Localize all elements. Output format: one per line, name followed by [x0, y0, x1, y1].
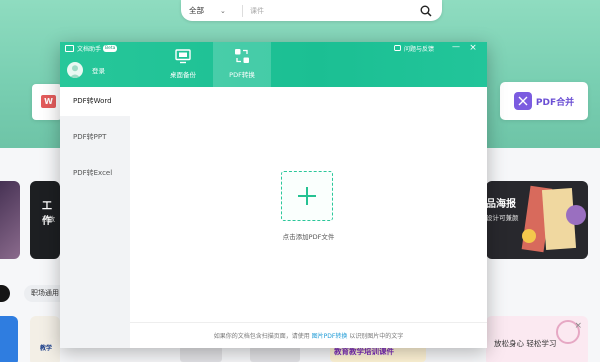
template-card[interactable]: 品海报 设计可兼颜 [486, 181, 588, 259]
chat-icon [394, 45, 401, 51]
add-file-label: 点击添加PDF文件 [282, 233, 335, 241]
pdf-assistant-dialog: 文档助手 Beta 登录 桌面备份 PDF转换 问题与反馈 — × PDF转Wo… [60, 42, 487, 348]
convert-sidebar: PDF转Word PDF转PPT PDF转Excel [60, 87, 130, 348]
search-scope-label: 全部 [189, 6, 204, 15]
template-card[interactable] [250, 346, 300, 362]
tab-label: PDF转换 [229, 71, 255, 79]
feedback-link[interactable]: 问题与反馈 [394, 44, 434, 53]
word-icon: W [41, 95, 56, 108]
sidebar-item-pdf-to-excel[interactable]: PDF转Excel [60, 159, 130, 188]
search-icon [420, 5, 432, 17]
template-card[interactable] [180, 346, 222, 362]
template-title: 品海报 [486, 199, 516, 210]
pdf-merge-label: PDF合并 [535, 97, 575, 108]
search-scope-select[interactable]: 全部 ⌄ [181, 4, 243, 17]
tab-pdf-convert[interactable]: PDF转换 [213, 42, 271, 87]
tab-desktop-backup[interactable]: 桌面备份 [154, 42, 212, 87]
close-icon[interactable]: × [574, 321, 582, 331]
search-bar: 全部 ⌄ [181, 0, 442, 21]
pdf-merge-card[interactable]: PDF合并 [500, 82, 588, 120]
feedback-label: 问题与反馈 [404, 46, 435, 53]
app-brand: 文档助手 Beta [65, 44, 118, 53]
template-card[interactable]: 教学 [30, 316, 60, 362]
footer-text: 以识别图片中的文字 [347, 333, 404, 340]
poster-shape [566, 205, 586, 225]
dialog-header: 文档助手 Beta 登录 桌面备份 PDF转换 问题与反馈 — × [60, 42, 487, 87]
user-login[interactable]: 登录 [67, 62, 105, 78]
template-card[interactable] [0, 181, 20, 259]
login-link[interactable]: 登录 [92, 65, 105, 75]
close-button[interactable]: × [467, 42, 479, 54]
avatar [67, 62, 83, 78]
template-title: 教学 [40, 345, 53, 352]
footer-text: 如果你的文档包含扫描页面，请使用 [213, 333, 312, 340]
sidebar-item-pdf-to-ppt[interactable]: PDF转PPT [60, 123, 130, 152]
word-tool-card[interactable]: W [32, 84, 62, 120]
sidebar-item-pdf-to-word[interactable]: PDF转Word [60, 87, 130, 116]
add-file-button[interactable] [281, 171, 333, 221]
template-card[interactable] [0, 316, 18, 362]
template-title: 放松身心 轻松学习 [494, 339, 557, 348]
minimize-button[interactable]: — [450, 42, 462, 54]
pdf-merge-icon [513, 92, 532, 110]
app-logo-icon [65, 45, 74, 52]
template-card[interactable]: × 放松身心 轻松学习 [486, 316, 588, 362]
chevron-down-icon: ⌄ [220, 6, 226, 15]
template-subtitle: 高效 [42, 215, 55, 223]
search-button[interactable] [416, 1, 436, 21]
search-input[interactable] [250, 6, 416, 15]
beta-badge: Beta [103, 45, 118, 52]
convert-icon [235, 49, 249, 63]
poster-shape [522, 229, 536, 243]
footer-note: 如果你的文档包含扫描页面，请使用 图片PDF转换 以识别图片中的文字 [130, 331, 487, 340]
drop-area: 点击添加PDF文件 [130, 87, 487, 323]
plus-icon [298, 187, 316, 205]
tab-label: 桌面备份 [170, 71, 196, 79]
template-card[interactable]: 工作 高效 [30, 181, 60, 259]
monitor-icon [175, 48, 191, 63]
template-subtitle: 设计可兼颜 [486, 214, 519, 222]
app-name: 文档助手 [77, 46, 102, 53]
convert-content: 点击添加PDF文件 如果你的文档包含扫描页面，请使用 图片PDF转换 以识别图片… [130, 87, 487, 348]
user-icon [69, 65, 81, 78]
image-pdf-convert-link[interactable]: 图片PDF转换 [312, 333, 348, 340]
